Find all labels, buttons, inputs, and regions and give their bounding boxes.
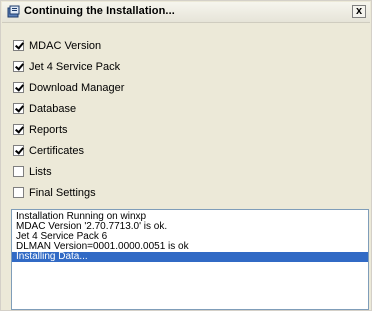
step-mdac-version[interactable]: MDAC Version	[13, 39, 213, 53]
checkbox[interactable]	[13, 145, 24, 156]
step-lists[interactable]: Lists	[13, 165, 213, 179]
step-label: Certificates	[29, 145, 85, 157]
step-label: Final Settings	[29, 187, 96, 199]
checkbox[interactable]	[13, 187, 24, 198]
step-label: Lists	[29, 166, 52, 178]
checkbox[interactable]	[13, 61, 24, 72]
checkbox[interactable]	[13, 82, 24, 93]
step-label: Database	[29, 103, 77, 115]
step-database[interactable]: Database	[13, 102, 213, 116]
step-download-manager[interactable]: Download Manager	[13, 81, 213, 95]
installer-icon	[7, 5, 20, 18]
install-log-listbox[interactable]: Installation Running on winxp MDAC Versi…	[11, 209, 369, 310]
step-label: MDAC Version	[29, 40, 102, 52]
log-line-selected[interactable]: Installing Data...	[12, 252, 368, 262]
step-jet-service-pack[interactable]: Jet 4 Service Pack	[13, 60, 213, 74]
title-bar[interactable]: Continuing the Installation... x	[2, 2, 370, 23]
step-final-settings[interactable]: Final Settings	[13, 186, 213, 200]
checkbox[interactable]	[13, 124, 24, 135]
window-title: Continuing the Installation...	[24, 5, 175, 17]
checkbox[interactable]	[13, 166, 24, 177]
step-label: Jet 4 Service Pack	[29, 61, 121, 73]
close-button[interactable]: x	[352, 5, 366, 18]
checkbox[interactable]	[13, 103, 24, 114]
installer-window: Continuing the Installation... x MDAC Ve…	[0, 0, 372, 311]
step-label: Download Manager	[29, 82, 125, 94]
step-certificates[interactable]: Certificates	[13, 144, 213, 158]
checkbox[interactable]	[13, 40, 24, 51]
step-reports[interactable]: Reports	[13, 123, 213, 137]
step-label: Reports	[29, 124, 68, 136]
